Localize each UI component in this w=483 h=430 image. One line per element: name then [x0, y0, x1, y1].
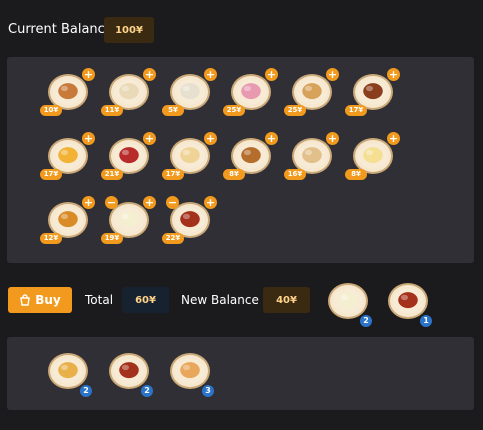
price-tag: 25¥: [284, 105, 306, 116]
shopping-bag-icon: [19, 294, 31, 306]
price-tag: 17¥: [162, 169, 184, 180]
total-value: 60¥: [122, 287, 169, 313]
price-tag: 17¥: [40, 169, 62, 180]
balance-value: 100¥: [104, 17, 154, 43]
food-item-pie[interactable]: 2: [46, 351, 92, 397]
add-icon[interactable]: +: [143, 196, 156, 209]
new-balance-label: New Balance: [181, 293, 259, 307]
remove-icon[interactable]: −: [105, 196, 118, 209]
quantity-badge: 2: [141, 385, 153, 397]
meatballs-icon: [388, 283, 428, 319]
price-tag: 25¥: [223, 105, 245, 116]
add-icon[interactable]: +: [204, 68, 217, 81]
food-item-ice-cream[interactable]: +25¥: [223, 68, 278, 116]
balance-label: Current Balance: [8, 22, 113, 37]
total-label: Total: [85, 293, 114, 307]
food-item-meatballs[interactable]: 1: [386, 281, 432, 327]
buy-button[interactable]: Buy: [8, 287, 72, 313]
quantity-badge: 2: [360, 315, 372, 327]
food-item-cheesecake[interactable]: 2: [326, 281, 372, 327]
add-icon[interactable]: +: [82, 68, 95, 81]
food-item-cheesecake[interactable]: + − 19¥: [101, 196, 156, 244]
food-item-bowl[interactable]: +11¥: [101, 68, 156, 116]
add-icon[interactable]: +: [265, 68, 278, 81]
add-icon[interactable]: +: [204, 132, 217, 145]
food-item-ramen[interactable]: +16¥: [284, 132, 339, 180]
buy-button-label: Buy: [35, 293, 61, 307]
add-icon[interactable]: +: [143, 132, 156, 145]
price-tag: 19¥: [101, 233, 123, 244]
price-tag: 10¥: [40, 105, 62, 116]
price-tag: 8¥: [345, 169, 367, 180]
food-item-sandwich[interactable]: 3: [168, 351, 214, 397]
meatballs-icon: [109, 353, 149, 389]
pie-icon: [48, 353, 88, 389]
sandwich-icon: [170, 353, 210, 389]
price-tag: 12¥: [40, 233, 62, 244]
food-item-omelette[interactable]: +17¥: [40, 132, 95, 180]
add-icon[interactable]: +: [204, 196, 217, 209]
add-icon[interactable]: +: [387, 132, 400, 145]
add-icon[interactable]: +: [326, 68, 339, 81]
food-item-popcorn[interactable]: +8¥: [345, 132, 400, 180]
new-balance-value: 40¥: [263, 287, 310, 313]
food-item-roast-chicken[interactable]: +8¥: [223, 132, 278, 180]
price-tag: 22¥: [162, 233, 184, 244]
food-item-steak[interactable]: +21¥: [101, 132, 156, 180]
quantity-badge: 3: [202, 385, 214, 397]
price-tag: 21¥: [101, 169, 123, 180]
price-tag: 11¥: [101, 105, 123, 116]
remove-icon[interactable]: −: [166, 196, 179, 209]
add-icon[interactable]: +: [143, 68, 156, 81]
price-tag: 8¥: [223, 169, 245, 180]
cheesecake-icon: [328, 283, 368, 319]
quantity-badge: 2: [80, 385, 92, 397]
food-item-pancakes[interactable]: +17¥: [162, 132, 217, 180]
food-item-donuts[interactable]: +10¥: [40, 68, 95, 116]
food-item-meatballs[interactable]: + − 22¥: [162, 196, 217, 244]
price-tag: 5¥: [162, 105, 184, 116]
quantity-badge: 1: [420, 315, 432, 327]
food-item-stew[interactable]: +17¥: [345, 68, 400, 116]
add-icon[interactable]: +: [326, 132, 339, 145]
food-item-flan[interactable]: +12¥: [40, 196, 95, 244]
add-icon[interactable]: +: [265, 132, 278, 145]
price-tag: 17¥: [345, 105, 367, 116]
add-icon[interactable]: +: [82, 132, 95, 145]
food-item-meatballs[interactable]: 2: [107, 351, 153, 397]
add-icon[interactable]: +: [387, 68, 400, 81]
food-item-dumplings[interactable]: +5¥: [162, 68, 217, 116]
food-item-rolls[interactable]: +25¥: [284, 68, 339, 116]
price-tag: 16¥: [284, 169, 306, 180]
add-icon[interactable]: +: [82, 196, 95, 209]
